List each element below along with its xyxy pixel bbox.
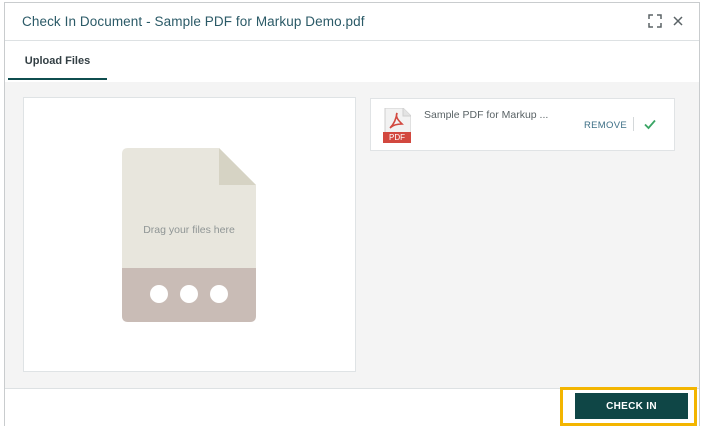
tab-bar: Upload Files xyxy=(5,42,699,82)
close-icon[interactable] xyxy=(670,13,686,29)
drag-prompt: Drag your files here xyxy=(143,224,235,236)
remove-file-button[interactable]: REMOVE xyxy=(584,120,627,131)
check-in-button[interactable]: CHECK IN xyxy=(575,393,688,419)
dialog-body: Drag your files here PDF Sample PDF for … xyxy=(5,82,699,388)
file-dropzone[interactable]: Drag your files here xyxy=(23,97,356,372)
pdf-badge: PDF xyxy=(383,132,411,143)
dialog-title: Check In Document - Sample PDF for Marku… xyxy=(22,14,365,29)
uploaded-file-card: PDF Sample PDF for Markup ... REMOVE xyxy=(370,98,675,151)
file-name: Sample PDF for Markup ... xyxy=(424,109,549,121)
pdf-file-icon: PDF xyxy=(383,108,411,143)
divider xyxy=(633,117,634,131)
tab-upload-files[interactable]: Upload Files xyxy=(8,42,107,80)
check-in-dialog: Check In Document - Sample PDF for Marku… xyxy=(4,2,700,426)
expand-icon[interactable] xyxy=(647,13,663,29)
dialog-header: Check In Document - Sample PDF for Marku… xyxy=(5,3,699,41)
checkmark-icon xyxy=(643,117,657,131)
